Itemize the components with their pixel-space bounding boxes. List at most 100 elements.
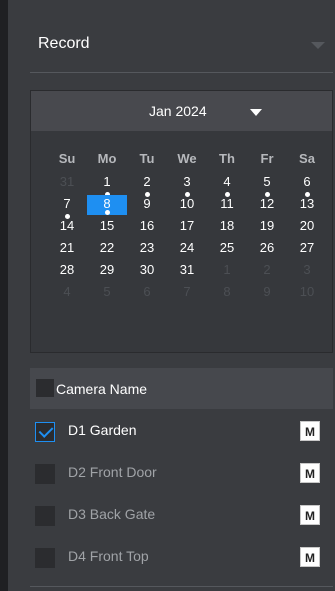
calendar-day: 5 — [87, 283, 127, 303]
calendar-day: 31 — [47, 173, 87, 193]
camera-name-header: Camera Name — [56, 381, 148, 397]
calendar: Jan 2024 Su Mo Tu We Th Fr Sa 31 1 2 3 4 5 6 7 8 9 10 11 1… — [30, 90, 333, 353]
calendar-day: 1 — [207, 261, 247, 281]
calendar-day: 3 — [287, 261, 327, 281]
calendar-day-label: 3 — [183, 174, 191, 189]
camera-row[interactable]: D3 Back Gate M — [30, 498, 333, 534]
calendar-day[interactable]: 28 — [47, 261, 87, 281]
calendar-day-label: 31 — [179, 262, 195, 277]
calendar-day[interactable]: 9 — [127, 195, 167, 215]
weekday-label: Tu — [139, 151, 155, 166]
calendar-day-label: 8 — [103, 196, 111, 211]
calendar-day[interactable]: 31 — [167, 261, 207, 281]
calendar-day[interactable]: 14 — [47, 217, 87, 237]
calendar-day[interactable]: 20 — [287, 217, 327, 237]
calendar-day-label: 21 — [59, 240, 75, 255]
calendar-day[interactable]: 23 — [127, 239, 167, 259]
calendar-day-label: 20 — [299, 218, 315, 233]
calendar-day-label: 2 — [263, 262, 271, 277]
chevron-down-icon — [311, 42, 325, 49]
calendar-day: 10 — [287, 283, 327, 303]
weekday-label: Su — [58, 151, 76, 166]
left-edge-strip — [0, 0, 8, 591]
calendar-day[interactable]: 24 — [167, 239, 207, 259]
month-label[interactable]: Jan 2024 — [149, 103, 207, 119]
main-stream-button[interactable]: M — [300, 505, 320, 525]
calendar-day-label: 8 — [223, 284, 231, 299]
calendar-day[interactable]: 7 — [47, 195, 87, 219]
weekday-header: Su Mo Tu We Th Fr Sa — [47, 151, 327, 169]
weekday-label: Fr — [260, 151, 274, 166]
calendar-day-label: 7 — [63, 196, 71, 211]
divider — [30, 586, 333, 587]
main-stream-button[interactable]: M — [300, 547, 320, 567]
calendar-day[interactable]: 12 — [247, 195, 287, 215]
calendar-day-selected[interactable]: 8 — [87, 195, 127, 215]
weekday-label: We — [177, 151, 197, 166]
calendar-day[interactable]: 6 — [287, 173, 327, 197]
divider — [30, 72, 333, 73]
calendar-day[interactable]: 13 — [287, 195, 327, 215]
calendar-day[interactable]: 15 — [87, 217, 127, 237]
calendar-day[interactable]: 5 — [247, 173, 287, 197]
camera-checkbox[interactable] — [35, 422, 55, 442]
calendar-day: 8 — [207, 283, 247, 303]
calendar-day[interactable]: 1 — [87, 173, 127, 197]
calendar-day-label: 3 — [303, 262, 311, 277]
calendar-day-label: 29 — [99, 262, 115, 277]
camera-row[interactable]: D4 Front Top M — [30, 540, 333, 576]
calendar-day-label: 24 — [179, 240, 195, 255]
calendar-day-label: 4 — [63, 284, 71, 299]
calendar-day-label: 6 — [303, 174, 311, 189]
calendar-day-label: 16 — [139, 218, 155, 233]
calendar-day[interactable]: 25 — [207, 239, 247, 259]
calendar-day[interactable]: 17 — [167, 217, 207, 237]
calendar-day[interactable]: 19 — [247, 217, 287, 237]
calendar-day: 9 — [247, 283, 287, 303]
camera-checkbox[interactable] — [35, 548, 55, 568]
calendar-day[interactable]: 10 — [167, 195, 207, 215]
camera-row[interactable]: D2 Front Door M — [30, 456, 333, 492]
weekday-label: Th — [219, 151, 235, 166]
calendar-day-label: 5 — [263, 174, 271, 189]
calendar-day-label: 4 — [223, 174, 231, 189]
calendar-day[interactable]: 16 — [127, 217, 167, 237]
calendar-day-label: 5 — [103, 284, 111, 299]
calendar-day[interactable]: 26 — [247, 239, 287, 259]
calendar-day-label: 31 — [59, 174, 75, 189]
camera-checkbox[interactable] — [35, 506, 55, 526]
calendar-day-label: 18 — [219, 218, 235, 233]
mode-select[interactable]: Record — [30, 25, 333, 63]
select-all-checkbox[interactable] — [36, 379, 54, 397]
calendar-day[interactable]: 29 — [87, 261, 127, 281]
calendar-day[interactable]: 21 — [47, 239, 87, 259]
month-dropdown-icon[interactable] — [250, 109, 262, 116]
calendar-day-label: 25 — [219, 240, 235, 255]
camera-name: D4 Front Top — [68, 548, 149, 564]
calendar-day: 7 — [167, 283, 207, 303]
camera-checkbox[interactable] — [35, 464, 55, 484]
calendar-day-label: 15 — [99, 218, 115, 233]
camera-list-header: Camera Name — [30, 368, 333, 409]
main-stream-button[interactable]: M — [300, 421, 320, 441]
camera-row[interactable]: D1 Garden M — [30, 414, 333, 450]
calendar-day[interactable]: 30 — [127, 261, 167, 281]
calendar-day-label: 2 — [143, 174, 151, 189]
calendar-day-label: 28 — [59, 262, 75, 277]
calendar-day[interactable]: 22 — [87, 239, 127, 259]
calendar-day-label: 6 — [143, 284, 151, 299]
weekday-label: Sa — [299, 151, 315, 166]
calendar-day[interactable]: 11 — [207, 195, 247, 215]
calendar-day[interactable]: 4 — [207, 173, 247, 197]
calendar-day[interactable]: 2 — [127, 173, 167, 197]
calendar-day-label: 12 — [259, 196, 275, 211]
calendar-day[interactable]: 18 — [207, 217, 247, 237]
calendar-day-label: 9 — [143, 196, 151, 211]
calendar-day[interactable]: 27 — [287, 239, 327, 259]
calendar-day[interactable]: 3 — [167, 173, 207, 197]
main-stream-button[interactable]: M — [300, 463, 320, 483]
calendar-day: 4 — [47, 283, 87, 303]
calendar-day-label: 17 — [179, 218, 195, 233]
calendar-day-label: 10 — [179, 196, 195, 211]
calendar-day-label: 23 — [139, 240, 155, 255]
